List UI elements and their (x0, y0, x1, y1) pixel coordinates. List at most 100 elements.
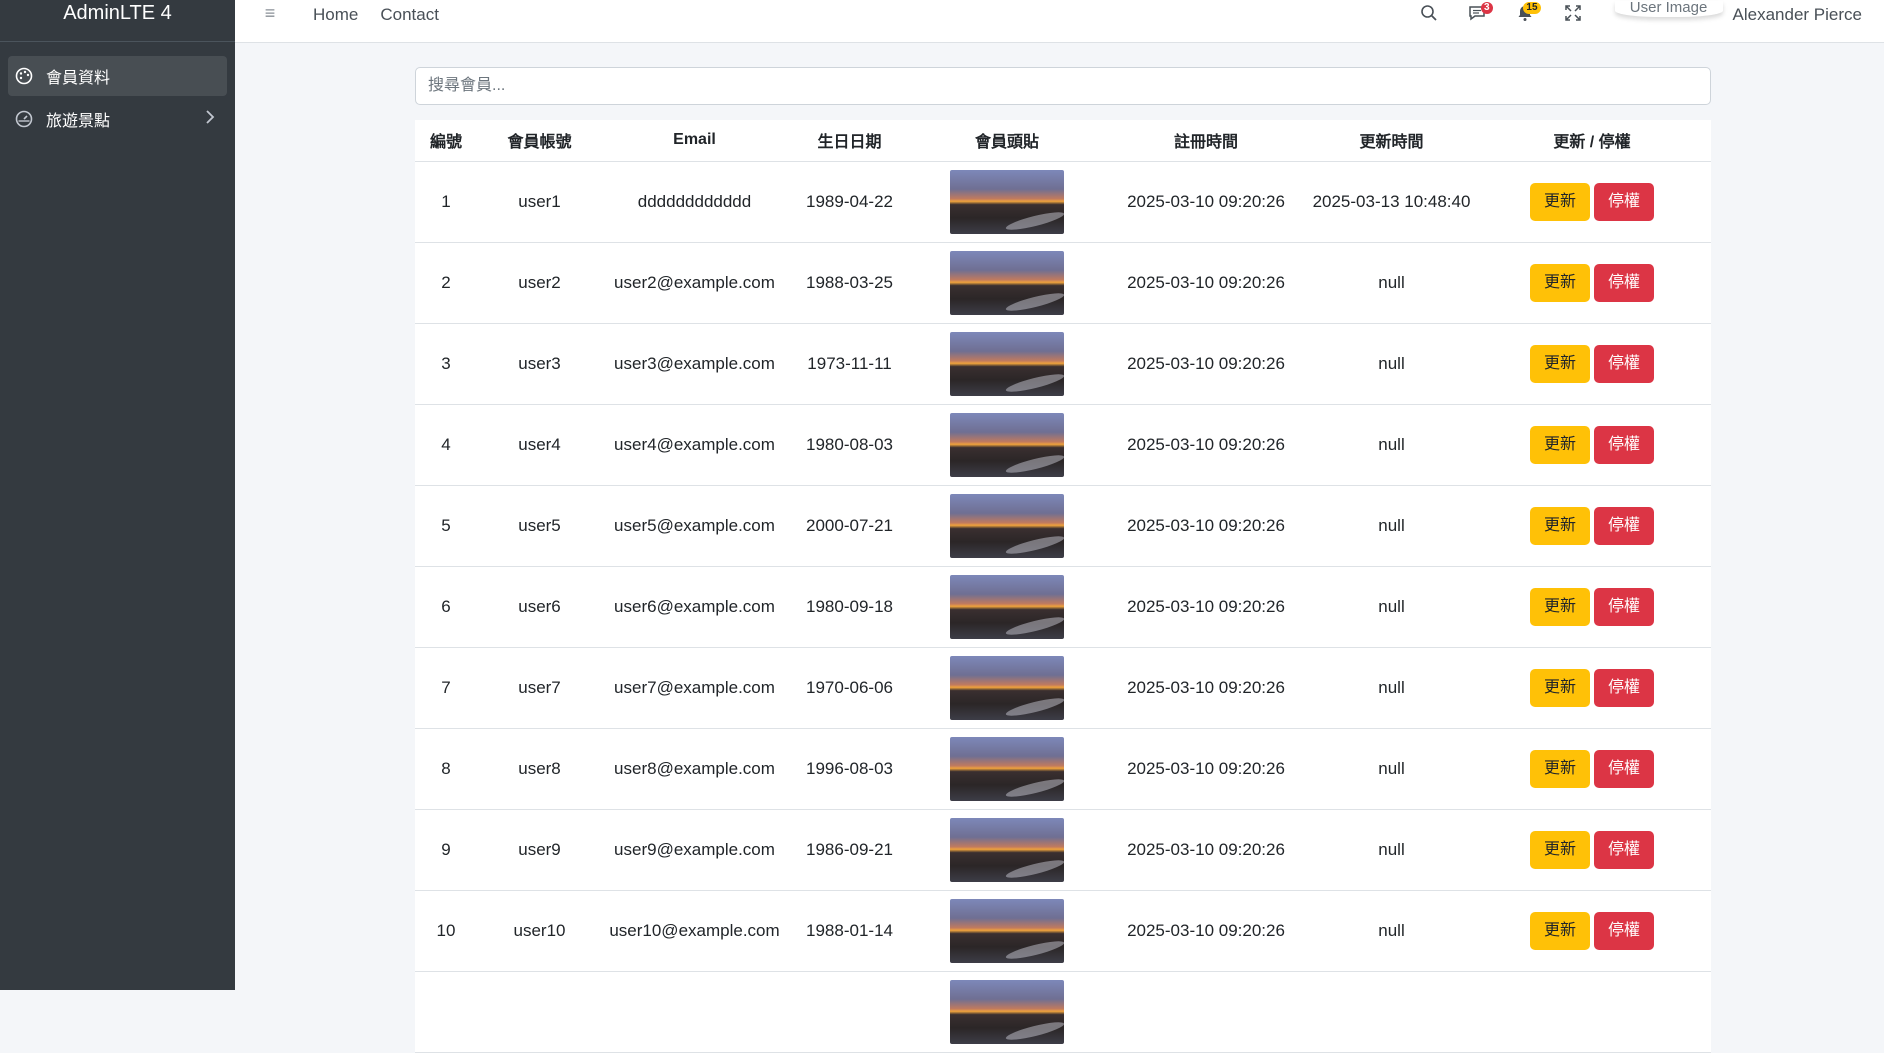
member-email-cell: user4@example.com (602, 404, 787, 486)
member-id-cell: 6 (415, 566, 477, 648)
member-account-cell: user4 (477, 404, 602, 486)
suspend-button[interactable]: 停權 (1594, 263, 1655, 302)
member-birthday: 1996-08-03 (806, 758, 893, 778)
member-account: user1 (518, 191, 561, 211)
member-avatar-image (950, 655, 1064, 720)
nav-link-home[interactable]: Home (313, 0, 358, 25)
column-header: 生日日期 (787, 120, 912, 162)
member-id: 3 (441, 353, 451, 373)
messages-button[interactable]: 3 (1453, 2, 1501, 34)
table-row: 8 user8 user8@example.com 1996-08-03 2025-03… (415, 728, 1711, 810)
registered-time-cell (1102, 971, 1310, 1053)
actions-cell: 更新 停權 (1473, 890, 1711, 972)
member-email-cell: user3@example.com (602, 323, 787, 405)
fullscreen-icon[interactable] (1549, 4, 1597, 34)
member-avatar-image (950, 250, 1064, 315)
actions-cell: 更新 停權 (1473, 809, 1711, 891)
member-email: user2@example.com (614, 272, 775, 292)
update-button[interactable]: 更新 (1529, 425, 1590, 464)
sidebar-item-members[interactable]: 會員資料 (8, 56, 227, 96)
member-account-cell: user5 (477, 485, 602, 567)
member-account: user9 (518, 839, 561, 859)
member-email-cell: user2@example.com (602, 242, 787, 324)
table-row: 2 user2 user2@example.com 1988-03-25 2025-03… (415, 242, 1711, 324)
table-row: 1 user1 dddddddddddd 1989-04-22 2025-03-10 0… (415, 161, 1711, 243)
table-row: 4 user4 user4@example.com 1980-08-03 2025-03… (415, 404, 1711, 486)
suspend-button[interactable]: 停權 (1594, 182, 1655, 221)
suspend-button[interactable]: 停權 (1594, 830, 1655, 869)
updated-time-cell (1310, 971, 1473, 1053)
table-row: 6 user6 user6@example.com 1980-09-18 2025-03… (415, 566, 1711, 648)
member-avatar-cell (912, 566, 1102, 648)
member-avatar-image (950, 331, 1064, 396)
suspend-button[interactable]: 停權 (1594, 506, 1655, 545)
suspend-button[interactable]: 停權 (1594, 911, 1655, 950)
member-account: user7 (518, 677, 561, 697)
update-button[interactable]: 更新 (1529, 506, 1590, 545)
column-header: 註冊時間 (1102, 120, 1310, 162)
update-button[interactable]: 更新 (1529, 830, 1590, 869)
menu-toggle-icon[interactable]: ≡ (249, 0, 291, 24)
member-birthday-cell: 1980-08-03 (787, 404, 912, 486)
updated-time: null (1378, 839, 1405, 859)
member-id: 7 (441, 677, 451, 697)
notifications-button[interactable]: 15 (1501, 2, 1549, 34)
member-birthday: 1988-03-25 (806, 272, 893, 292)
member-id: 5 (441, 515, 451, 535)
sidebar-item-label: 會員資料 (46, 70, 111, 87)
suspend-button[interactable]: 停權 (1594, 344, 1655, 383)
chevron-right-icon (205, 109, 215, 130)
messages-badge: 3 (1480, 2, 1493, 14)
registered-time-cell: 2025-03-10 09:20:26 (1102, 404, 1310, 486)
suspend-button[interactable]: 停權 (1594, 425, 1655, 464)
nav-link-contact[interactable]: Contact (380, 0, 439, 25)
sidebar-item-attractions[interactable]: 旅遊景點 (8, 99, 227, 139)
member-birthday: 1980-08-03 (806, 434, 893, 454)
column-header: 更新時間 (1310, 120, 1473, 162)
member-email: user3@example.com (614, 353, 775, 373)
member-email: dddddddddddd (637, 191, 752, 211)
update-button[interactable]: 更新 (1529, 587, 1590, 626)
registered-time: 2025-03-10 09:20:26 (1127, 596, 1285, 616)
member-email: user8@example.com (614, 758, 775, 778)
registered-time: 2025-03-10 09:20:26 (1127, 839, 1285, 859)
update-button[interactable]: 更新 (1529, 749, 1590, 788)
member-id-cell: 3 (415, 323, 477, 405)
updated-time-cell: null (1310, 323, 1473, 405)
update-button[interactable]: 更新 (1529, 344, 1590, 383)
update-button[interactable]: 更新 (1529, 911, 1590, 950)
suspend-button[interactable]: 停權 (1594, 749, 1655, 788)
table-header-row: 編號 會員帳號 Email 生日日期 會員頭貼 註冊時間 更新時間 更新 / 停… (415, 120, 1711, 162)
column-header: 更新 / 停權 (1473, 120, 1711, 162)
suspend-button[interactable]: 停權 (1594, 587, 1655, 626)
update-button[interactable]: 更新 (1529, 263, 1590, 302)
update-button[interactable]: 更新 (1529, 668, 1590, 707)
suspend-button[interactable]: 停權 (1594, 668, 1655, 707)
member-email-cell: dddddddddddd (602, 161, 787, 243)
brand-link[interactable]: AdminLTE 4 (0, 0, 235, 42)
updated-time: null (1378, 434, 1405, 454)
member-birthday-cell: 2000-07-21 (787, 485, 912, 567)
members-table: 編號 會員帳號 Email 生日日期 會員頭貼 註冊時間 更新時間 更新 / 停… (415, 120, 1711, 1053)
update-button[interactable]: 更新 (1529, 182, 1590, 221)
registered-time-cell: 2025-03-10 09:20:26 (1102, 647, 1310, 729)
user-image[interactable]: User Image (1615, 1, 1723, 17)
registered-time-cell: 2025-03-10 09:20:26 (1102, 242, 1310, 324)
member-account: user3 (518, 353, 561, 373)
search-icon[interactable] (1405, 4, 1453, 34)
member-search-input[interactable] (415, 67, 1711, 105)
member-account: user4 (518, 434, 561, 454)
updated-time-cell: null (1310, 890, 1473, 972)
registered-time-cell: 2025-03-10 09:20:26 (1102, 485, 1310, 567)
actions-cell: 更新 停權 (1473, 485, 1711, 567)
member-account-cell: user3 (477, 323, 602, 405)
member-avatar-cell (912, 809, 1102, 891)
user-name[interactable]: Alexander Pierce (1733, 4, 1862, 25)
member-id: 2 (441, 272, 451, 292)
member-avatar-image (950, 898, 1064, 963)
member-id: 9 (441, 839, 451, 859)
actions-cell: 更新 停權 (1473, 566, 1711, 648)
sidebar: AdminLTE 4 會員資料 旅遊景點 (0, 0, 235, 990)
table-row: 5 user5 user5@example.com 2000-07-21 2025-03… (415, 485, 1711, 567)
member-avatar-cell (912, 971, 1102, 1053)
